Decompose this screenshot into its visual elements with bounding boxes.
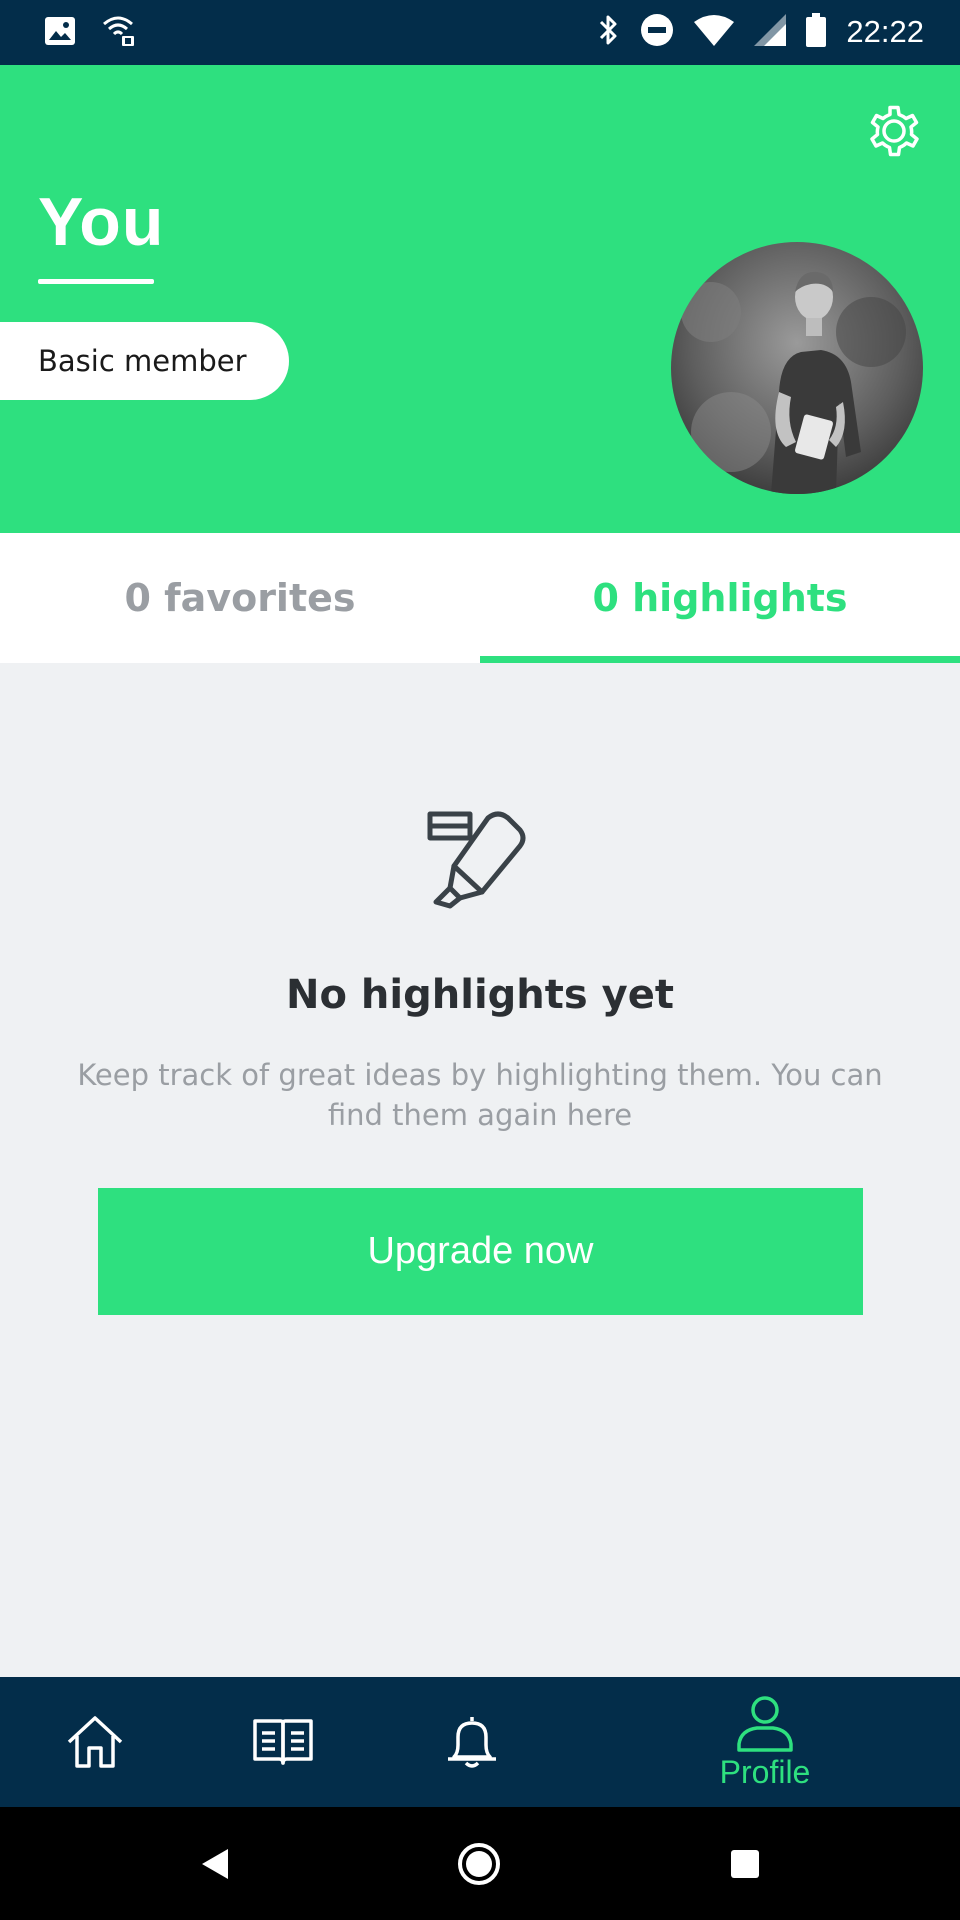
profile-header: You Basic member bbox=[0, 65, 960, 533]
bluetooth-icon bbox=[598, 13, 620, 51]
active-tab-indicator bbox=[480, 656, 960, 663]
book-icon bbox=[253, 1719, 313, 1765]
nav-notifications[interactable] bbox=[427, 1677, 517, 1807]
bell-icon bbox=[448, 1717, 496, 1768]
status-bar: 22:22 bbox=[0, 0, 960, 65]
do-not-disturb-icon bbox=[640, 13, 674, 51]
recents-icon bbox=[731, 1850, 759, 1878]
wifi-lock-icon bbox=[102, 14, 138, 52]
battery-icon bbox=[806, 13, 827, 51]
wifi-icon bbox=[694, 14, 735, 50]
title-underline bbox=[38, 279, 154, 284]
back-button[interactable] bbox=[188, 1837, 242, 1891]
recents-button[interactable] bbox=[718, 1837, 772, 1891]
page-title: You bbox=[38, 184, 165, 260]
highlighter-icon bbox=[420, 806, 540, 916]
tab-highlights-label: 0 highlights bbox=[592, 576, 848, 620]
nav-library[interactable] bbox=[238, 1677, 328, 1807]
settings-button[interactable] bbox=[864, 101, 924, 161]
tab-highlights[interactable]: 0 highlights bbox=[480, 533, 960, 663]
bottom-nav: Profile bbox=[0, 1677, 960, 1807]
upgrade-now-button[interactable]: Upgrade now bbox=[98, 1188, 863, 1315]
home-button[interactable] bbox=[452, 1837, 506, 1891]
back-icon bbox=[202, 1849, 228, 1879]
avatar[interactable] bbox=[671, 242, 923, 494]
tab-favorites[interactable]: 0 favorites bbox=[0, 533, 480, 663]
gear-icon bbox=[870, 105, 919, 157]
image-icon bbox=[44, 16, 76, 50]
empty-state-description: Keep track of great ideas by highlightin… bbox=[77, 1058, 883, 1132]
home-circle-icon bbox=[458, 1843, 500, 1885]
nav-profile-label: Profile bbox=[719, 1753, 811, 1790]
empty-state-title: No highlights yet bbox=[286, 972, 674, 1018]
nav-home[interactable] bbox=[50, 1677, 140, 1807]
system-nav-bar bbox=[0, 1807, 960, 1920]
profile-icon bbox=[737, 1695, 793, 1752]
status-time: 22:22 bbox=[846, 14, 924, 49]
signal-icon bbox=[754, 14, 787, 50]
home-icon bbox=[67, 1716, 123, 1768]
content-tabs: 0 favorites 0 highlights bbox=[0, 533, 960, 663]
membership-badge: Basic member bbox=[0, 322, 289, 400]
nav-profile[interactable]: Profile bbox=[700, 1677, 830, 1807]
